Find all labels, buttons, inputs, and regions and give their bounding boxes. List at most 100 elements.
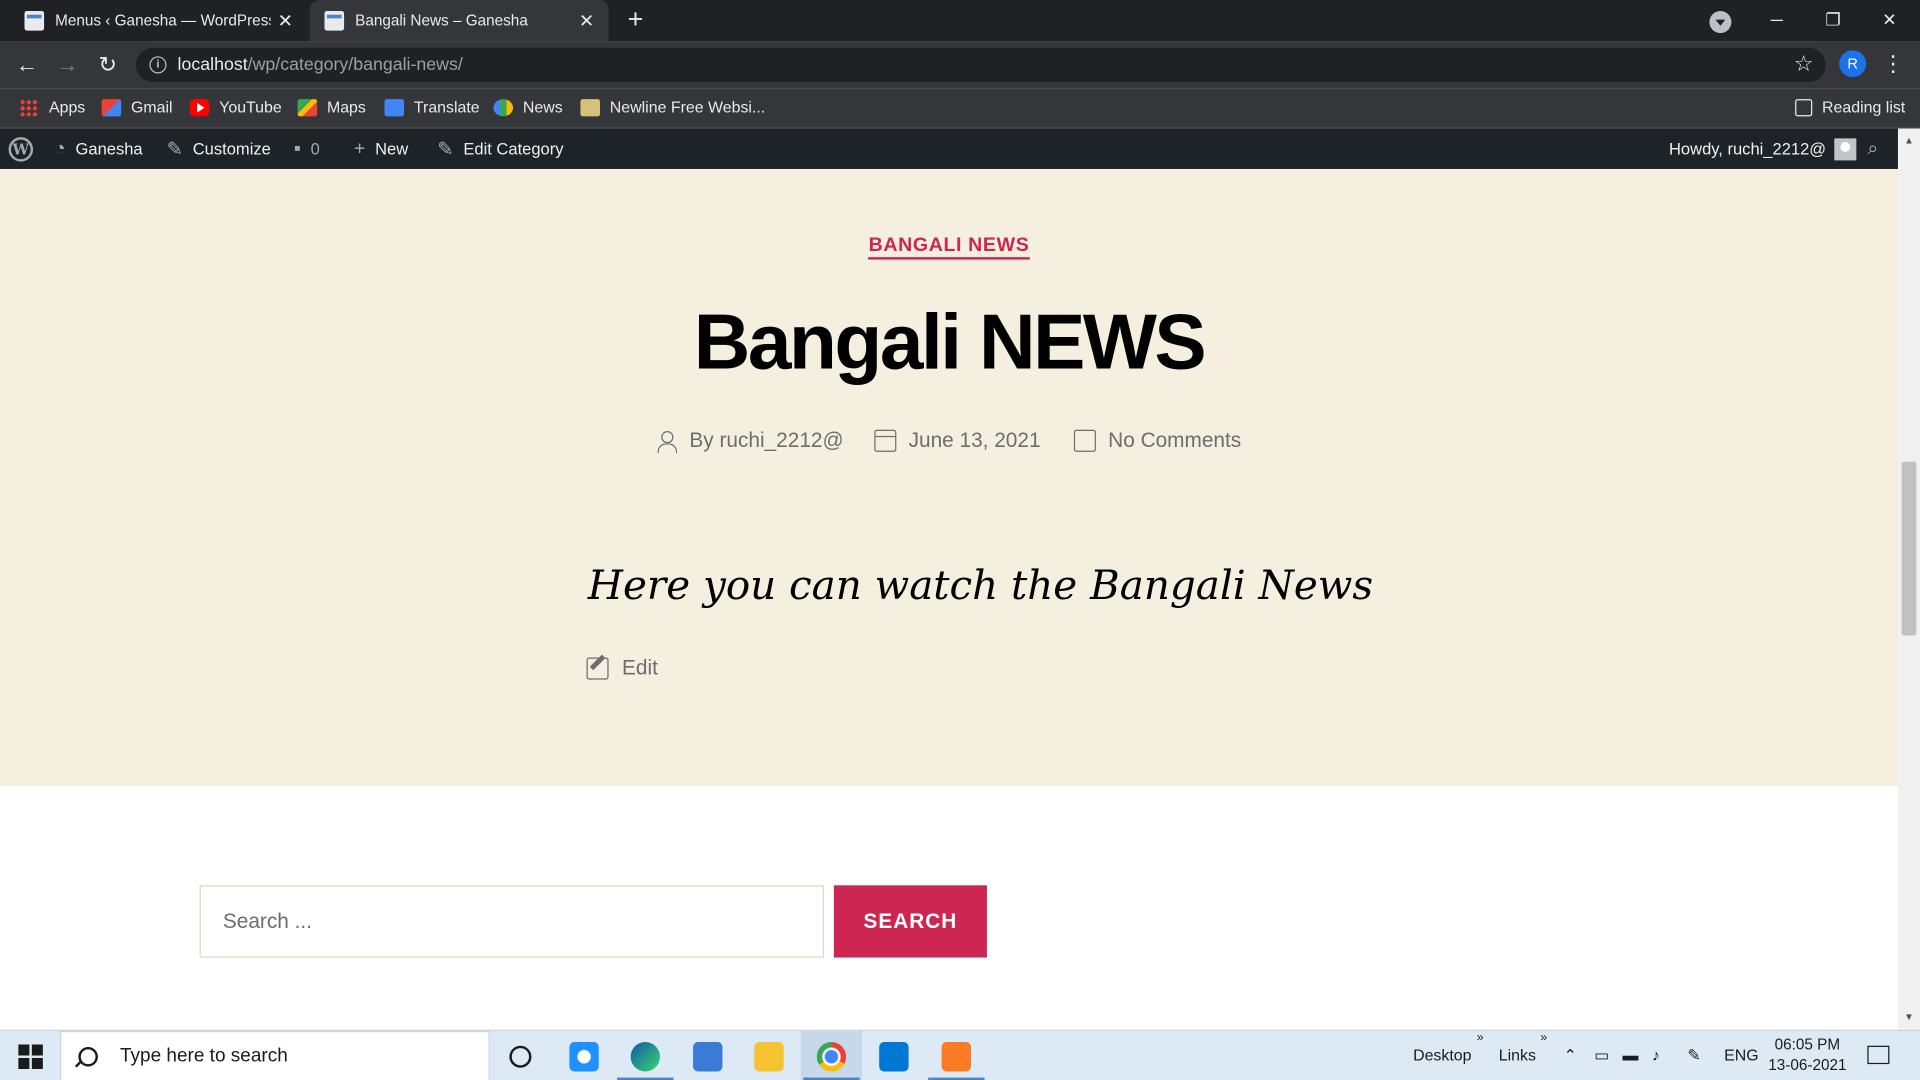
scroll-down-arrow-icon[interactable]: ▼ — [1898, 1008, 1920, 1028]
search-input[interactable]: Search ... — [199, 885, 825, 958]
taskbar-chrome[interactable] — [800, 1031, 863, 1080]
close-window-button[interactable]: ✕ — [1861, 0, 1917, 42]
avatar — [1834, 137, 1857, 160]
wordpress-logo-icon: W — [8, 136, 34, 162]
taskbar-ie[interactable] — [553, 1031, 614, 1080]
folder-icon — [754, 1041, 784, 1071]
search-icon — [78, 1046, 98, 1066]
post-author[interactable]: By ruchi_2212@ — [655, 426, 844, 455]
profile-avatar[interactable]: R — [1839, 50, 1867, 78]
info-icon[interactable]: i — [149, 56, 167, 74]
folder-icon — [580, 98, 601, 116]
minimize-button[interactable]: ─ — [1749, 0, 1805, 42]
taskbar-xampp[interactable] — [926, 1031, 987, 1080]
tab-menus-wordpress[interactable]: Menus ‹ Ganesha — WordPress ✕ — [10, 0, 308, 42]
bookmark-apps[interactable]: Apps — [19, 88, 85, 126]
customize-link[interactable]: ✎ Customize — [167, 129, 271, 169]
site-name-link[interactable]: ◔ Ganesha — [54, 129, 143, 169]
url-text[interactable]: localhost/wp/category/bangali-news/ — [178, 55, 463, 75]
cortana-icon — [509, 1045, 532, 1068]
address-bar[interactable]: i localhost/wp/category/bangali-news/ ☆ — [135, 47, 1826, 83]
volume-icon[interactable]: ♪ — [1652, 1046, 1660, 1064]
language-indicator[interactable]: ENG — [1724, 1046, 1758, 1064]
taskbar-search-box[interactable]: Type here to search — [60, 1031, 490, 1080]
windows-start-icon[interactable] — [18, 1044, 43, 1069]
news-icon — [493, 98, 514, 116]
scroll-up-arrow-icon[interactable]: ▲ — [1898, 131, 1920, 151]
bookmark-news[interactable]: News — [493, 88, 563, 126]
meet-icon[interactable]: ▭ — [1594, 1046, 1609, 1066]
vscode-icon — [879, 1041, 909, 1071]
bookmark-star-icon[interactable]: ☆ — [1794, 51, 1814, 77]
chevron-icon[interactable]: » — [1540, 1031, 1547, 1044]
store-icon — [693, 1041, 723, 1071]
page-scrollbar[interactable]: ▲ ▼ — [1897, 128, 1920, 1030]
bookmark-maps[interactable]: Maps — [297, 88, 366, 126]
taskbar: Type here to search Desktop » Links » ⌃ … — [0, 1029, 1920, 1080]
wp-admin-bar: W ◔ Ganesha ✎ Customize ▪ 0 + New ✎ Edit Cate… — [0, 128, 1898, 169]
pen-icon[interactable]: ✎ — [1687, 1046, 1700, 1066]
tab-title: Menus ‹ Ganesha — WordPress — [55, 12, 271, 30]
chrome-icon — [816, 1041, 847, 1071]
internet-explorer-icon — [569, 1041, 599, 1071]
account-menu[interactable]: Howdy, ruchi_2212@ — [1669, 129, 1857, 169]
page-title: Bangali NEWS — [693, 297, 1207, 386]
screen: Menus ‹ Ganesha — WordPress ✕ Bangali Ne… — [0, 0, 1920, 1080]
reading-list-icon — [1795, 98, 1813, 116]
comment-bubble-icon: ▪ — [293, 137, 301, 159]
brush-icon: ✎ — [166, 138, 183, 160]
reload-icon[interactable]: ↻ — [91, 48, 125, 82]
dashboard-icon: ◔ — [53, 137, 66, 159]
comments-link[interactable]: ▪ 0 — [294, 129, 320, 169]
taskbar-file-explorer[interactable] — [738, 1031, 799, 1080]
tab-bangali-news[interactable]: Bangali News – Ganesha ✕ — [309, 0, 609, 42]
tab-strip: Menus ‹ Ganesha — WordPress ✕ Bangali Ne… — [0, 0, 1920, 42]
browser-toolbar: ← → ↻ i localhost/wp/category/bangali-ne… — [0, 41, 1920, 89]
page-favicon-icon — [24, 11, 45, 31]
taskbar-edge[interactable] — [615, 1031, 676, 1080]
menu-kebab-icon[interactable]: ⋮ — [1881, 49, 1905, 78]
new-content-link[interactable]: + New — [354, 129, 408, 169]
post-content: Here you can watch the Bangali News — [587, 560, 1374, 609]
taskbar-vscode[interactable] — [863, 1031, 924, 1080]
cortana-button[interactable] — [490, 1031, 551, 1080]
reading-list-button[interactable]: Reading list — [1795, 88, 1905, 126]
wp-logo-button[interactable]: W — [8, 129, 34, 169]
tab-close-icon[interactable]: ✕ — [271, 10, 300, 32]
tray-overflow-icon[interactable]: ⌃ — [1564, 1046, 1577, 1066]
category-link-text[interactable]: BANGALI NEWS — [868, 235, 1030, 260]
post-comments[interactable]: No Comments — [1073, 426, 1241, 455]
search-icon[interactable]: ⌕ — [1867, 129, 1878, 169]
battery-icon[interactable]: ▬ — [1622, 1046, 1638, 1064]
edit-icon — [586, 657, 609, 680]
calendar-icon — [874, 429, 897, 452]
person-icon — [655, 430, 678, 454]
post-header: BANGALI NEWS Bangali NEWS By ruchi_2212@… — [0, 168, 1898, 787]
links-toolbar[interactable]: Links — [1499, 1046, 1536, 1064]
bookmark-translate[interactable]: Translate — [384, 88, 480, 126]
scrollbar-thumb[interactable] — [1901, 461, 1917, 636]
bookmark-newline[interactable]: Newline Free Websi... — [580, 88, 765, 126]
clock[interactable]: 06:05 PM 13-06-2021 — [1758, 1035, 1856, 1077]
new-tab-button[interactable]: + — [620, 4, 652, 37]
gmail-icon — [101, 98, 122, 116]
desktop-toolbar[interactable]: Desktop — [1413, 1046, 1471, 1064]
search-button[interactable]: SEARCH — [833, 885, 987, 958]
pencil-icon: ✎ — [437, 138, 454, 160]
bookmark-youtube[interactable]: YouTube — [189, 88, 282, 126]
back-arrow-icon[interactable]: ← — [10, 48, 44, 82]
chevron-icon[interactable]: » — [1477, 1031, 1484, 1044]
taskbar-store[interactable] — [677, 1031, 738, 1080]
tab-close-icon[interactable]: ✕ — [572, 10, 601, 32]
post-date[interactable]: June 13, 2021 — [874, 426, 1041, 455]
category-link: BANGALI NEWS — [0, 235, 1898, 260]
edit-category-link[interactable]: ✎ Edit Category — [437, 129, 563, 169]
forward-arrow-icon[interactable]: → — [50, 48, 84, 82]
edit-post-link[interactable]: Edit — [586, 656, 658, 680]
bookmarks-bar: Apps Gmail YouTube Maps Translate News N… — [0, 88, 1920, 129]
comment-icon — [1073, 429, 1096, 452]
bookmark-gmail[interactable]: Gmail — [101, 88, 173, 126]
restore-button[interactable]: ❐ — [1805, 0, 1861, 42]
notification-icon[interactable] — [1867, 1045, 1890, 1065]
tab-search-icon[interactable] — [1709, 11, 1732, 34]
